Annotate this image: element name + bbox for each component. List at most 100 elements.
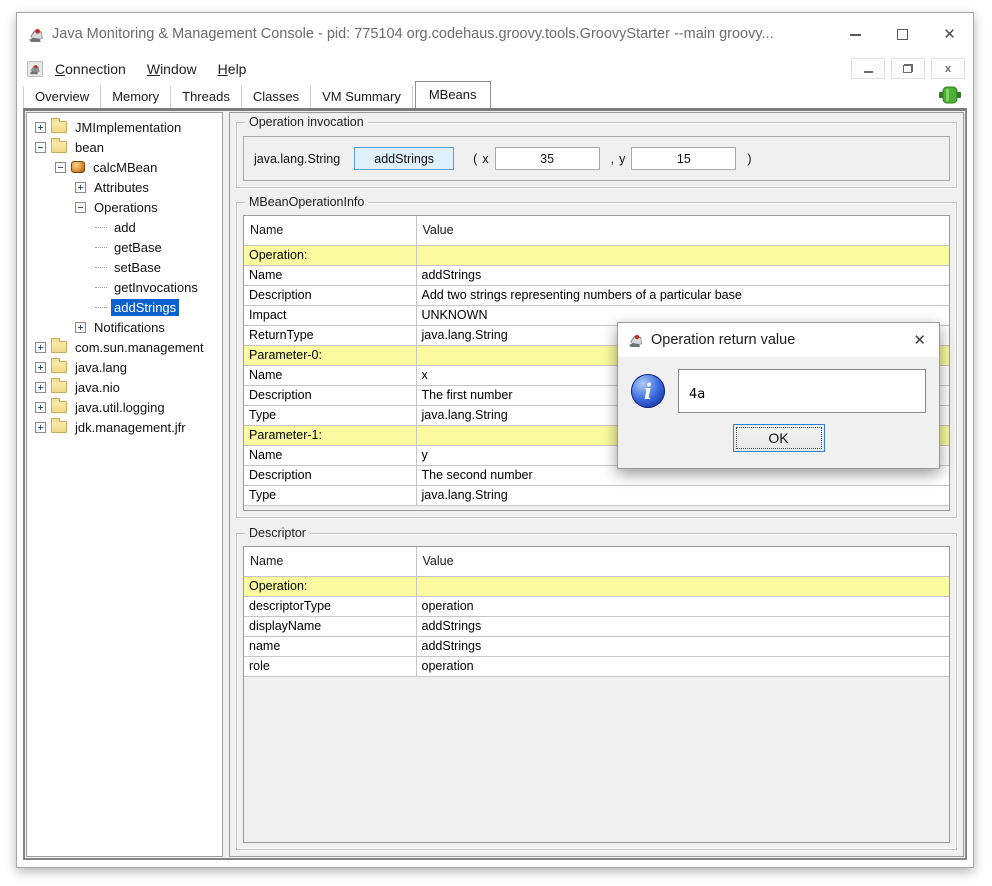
- connection-status-icon: [939, 85, 961, 105]
- expand-icon[interactable]: [75, 182, 86, 193]
- param-y-input[interactable]: [631, 147, 736, 170]
- expand-icon[interactable]: [35, 382, 46, 393]
- tab-memory[interactable]: Memory: [101, 86, 171, 108]
- tree-indent: [27, 307, 95, 308]
- column-header-value[interactable]: Value: [416, 547, 949, 576]
- frame-close-button[interactable]: x: [931, 58, 965, 79]
- expand-icon[interactable]: [75, 322, 86, 333]
- tree-item-java.lang[interactable]: java.lang: [27, 357, 222, 377]
- tree-item-label: add: [111, 219, 139, 236]
- table-header-row: NameValue: [244, 216, 949, 245]
- section-row[interactable]: Operation:: [244, 576, 949, 596]
- tab-vm-summary[interactable]: VM Summary: [311, 86, 413, 108]
- descriptor-group: Descriptor NameValueOperation:descriptor…: [236, 533, 957, 850]
- folder-icon: [51, 421, 67, 433]
- value-cell: [416, 245, 949, 265]
- tree-item-JMImplementation[interactable]: JMImplementation: [27, 117, 222, 137]
- tree-indent: [27, 187, 75, 188]
- table-row[interactable]: DescriptionAdd two strings representing …: [244, 285, 949, 305]
- tree-item-addStrings[interactable]: addStrings: [27, 297, 222, 317]
- tree-item-getInvocations[interactable]: getInvocations: [27, 277, 222, 297]
- table-row[interactable]: roleoperation: [244, 656, 949, 676]
- maximize-button[interactable]: [879, 13, 926, 55]
- tree-item-setBase[interactable]: setBase: [27, 257, 222, 277]
- table-row[interactable]: Typejava.lang.String: [244, 485, 949, 505]
- name-cell: Type: [244, 485, 416, 505]
- tree-item-java.util.logging[interactable]: java.util.logging: [27, 397, 222, 417]
- param-x-label: x: [482, 152, 488, 166]
- tree-indent: [27, 427, 35, 428]
- table-row[interactable]: NameaddStrings: [244, 265, 949, 285]
- tree-item-com.sun.management[interactable]: com.sun.management: [27, 337, 222, 357]
- addstrings-invoke-button[interactable]: addStrings: [354, 147, 454, 170]
- tab-classes[interactable]: Classes: [242, 86, 311, 108]
- table-row[interactable]: descriptorTypeoperation: [244, 596, 949, 616]
- tree-connector: [95, 287, 107, 288]
- tab-overview[interactable]: Overview: [23, 86, 101, 108]
- tree-indent: [27, 147, 35, 148]
- frame-minimize-button[interactable]: [851, 58, 885, 79]
- dialog-close-button[interactable]: ✕: [910, 331, 929, 349]
- expand-icon[interactable]: [35, 122, 46, 133]
- dialog-titlebar[interactable]: Operation return value ✕: [618, 323, 939, 357]
- menu-window[interactable]: Window: [147, 61, 197, 77]
- menu-connection[interactable]: Connection: [55, 61, 126, 77]
- column-header-name[interactable]: Name: [244, 216, 416, 245]
- tree-item-label: jdk.management.jfr: [72, 419, 189, 436]
- name-cell: Name: [244, 365, 416, 385]
- window-titlebar[interactable]: Java Monitoring & Management Console - p…: [17, 13, 973, 55]
- tree-item-bean[interactable]: bean: [27, 137, 222, 157]
- frame-minimize-icon: [864, 71, 873, 73]
- tree-item-java.nio[interactable]: java.nio: [27, 377, 222, 397]
- frame-restore-icon: [903, 64, 913, 73]
- ok-button[interactable]: OK: [733, 424, 825, 452]
- descriptor-scrollpane: NameValueOperation:descriptorTypeoperati…: [243, 546, 950, 843]
- dialog-java-icon: [628, 332, 644, 348]
- tab-mbeans[interactable]: MBeans: [415, 81, 491, 108]
- tree-item-label: addStrings: [111, 299, 179, 316]
- info-icon: i: [631, 374, 665, 408]
- name-cell: displayName: [244, 616, 416, 636]
- folder-icon: [51, 361, 67, 373]
- tree-item-jdk.management.jfr[interactable]: jdk.management.jfr: [27, 417, 222, 437]
- expand-icon[interactable]: [35, 362, 46, 373]
- mbean-icon: [71, 161, 85, 173]
- tree-item-getBase[interactable]: getBase: [27, 237, 222, 257]
- value-cell: addStrings: [416, 636, 949, 656]
- tab-threads[interactable]: Threads: [171, 86, 242, 108]
- expand-icon[interactable]: [35, 342, 46, 353]
- frame-restore-button[interactable]: [891, 58, 925, 79]
- name-cell: Parameter-1:: [244, 425, 416, 445]
- expand-icon[interactable]: [35, 402, 46, 413]
- column-header-value[interactable]: Value: [416, 216, 949, 245]
- column-header-name[interactable]: Name: [244, 547, 416, 576]
- tree-item-label: java.lang: [72, 359, 130, 376]
- table-row[interactable]: displayNameaddStrings: [244, 616, 949, 636]
- close-icon: ✕: [943, 25, 956, 43]
- collapse-icon[interactable]: [55, 162, 66, 173]
- value-cell: operation: [416, 656, 949, 676]
- tree-connector: [95, 267, 107, 268]
- result-value-field[interactable]: [678, 369, 926, 413]
- value-cell: addStrings: [416, 616, 949, 636]
- table-row[interactable]: nameaddStrings: [244, 636, 949, 656]
- name-cell: ReturnType: [244, 325, 416, 345]
- tree-item-add[interactable]: add: [27, 217, 222, 237]
- section-row[interactable]: Operation:: [244, 245, 949, 265]
- menu-help[interactable]: Help: [218, 61, 247, 77]
- collapse-icon[interactable]: [75, 202, 86, 213]
- tree-item-Operations[interactable]: Operations: [27, 197, 222, 217]
- tree-item-label: calcMBean: [90, 159, 160, 176]
- param-x-input[interactable]: [495, 147, 600, 170]
- name-cell: Description: [244, 285, 416, 305]
- tree-item-Attributes[interactable]: Attributes: [27, 177, 222, 197]
- collapse-icon[interactable]: [35, 142, 46, 153]
- minimize-button[interactable]: [832, 13, 879, 55]
- tree-indent: [27, 247, 95, 248]
- tree-item-Notifications[interactable]: Notifications: [27, 317, 222, 337]
- tree-item-calcMBean[interactable]: calcMBean: [27, 157, 222, 177]
- close-button[interactable]: ✕: [926, 13, 973, 55]
- tree-connector: [95, 247, 107, 248]
- expand-icon[interactable]: [35, 422, 46, 433]
- descriptor-title: Descriptor: [245, 526, 310, 541]
